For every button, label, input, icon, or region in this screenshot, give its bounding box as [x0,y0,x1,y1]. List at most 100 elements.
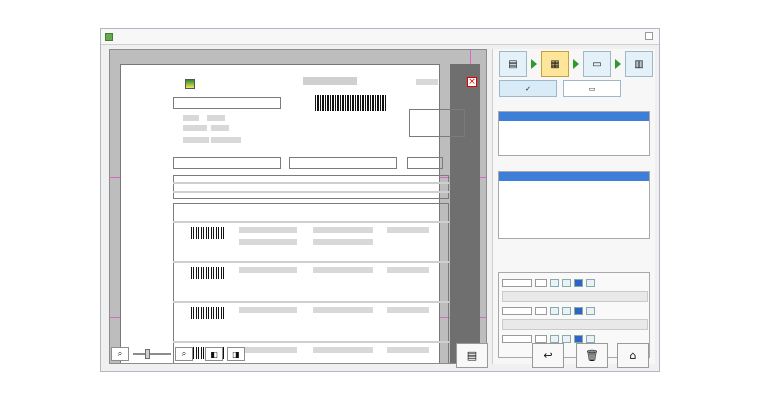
table-divider [173,191,449,193]
table-divider [173,341,449,343]
step-arrow-icon [615,59,621,69]
clipboard-icon[interactable]: ▤ [499,51,527,77]
main-window: × ▤ ▦ ▭ ▥ ✓ ▭ ⌕ ⌕ ◧ ◨ ▤ ↩ 🗑 ⌂ [100,28,660,372]
row-barcode [191,267,225,279]
window-control-icon[interactable] [645,32,653,40]
document-preview[interactable]: × [109,49,487,364]
cell-text [239,347,297,353]
cell-text [239,227,297,233]
title-bar [101,29,659,45]
row-barcode [191,307,225,319]
align-icon[interactable] [562,278,571,287]
italic-icon[interactable] [586,278,595,287]
stamp-icon [185,79,195,89]
cell-text [313,227,373,233]
step-arrow-icon [573,59,579,69]
back-button[interactable]: ↩ [532,343,564,368]
meta-label [183,115,199,121]
align-icon-2[interactable] [562,306,571,315]
field-list-item[interactable] [499,172,649,181]
tab-mode-1[interactable]: ✓ [499,80,557,97]
app-icon [105,32,113,41]
header-box [173,97,281,109]
font-size-input-3[interactable] [535,334,547,343]
font-select-2[interactable] [502,306,532,315]
barcode-main [315,95,387,111]
page-next-icon[interactable]: ◨ [227,347,245,361]
zoom-slider[interactable] [133,349,171,359]
monitor-icon[interactable]: ▭ [583,51,611,77]
field-list-item[interactable] [499,208,649,217]
field-list-item[interactable] [499,190,649,199]
cell-text [313,307,373,313]
form-list-item[interactable] [499,112,649,121]
field-list-item[interactable] [499,217,649,226]
step-arrow-icon [531,59,537,69]
meta-label [183,137,209,143]
section-box-2 [289,157,397,169]
cell-text [313,267,373,273]
font-color-icon[interactable] [550,278,559,287]
font-select-3[interactable] [502,334,532,343]
properties-panel: ▤ ▦ ▭ ▥ ✓ ▭ [492,49,655,364]
print-icon[interactable]: ▥ [625,51,653,77]
mode-tabs: ✓ ▭ [499,80,621,97]
align-icon-3[interactable] [562,334,571,343]
table-divider [173,221,449,223]
label-style-strip [502,319,648,330]
zoom-in-icon[interactable]: ⌕ [175,347,193,361]
font-color-icon-3[interactable] [550,334,559,343]
cell-text [313,239,373,245]
title-style-strip [502,291,648,302]
page-previous-icon[interactable]: ◧ [205,347,223,361]
table-divider [173,301,449,303]
zoom-out-icon[interactable]: ⌕ [111,347,129,361]
meta-label [183,125,207,131]
cell-text [239,239,297,245]
cell-text [239,267,297,273]
date-field [416,79,438,85]
italic-icon-2[interactable] [586,306,595,315]
field-list[interactable] [498,171,650,239]
step-navigation: ▤ ▦ ▭ ▥ [499,51,653,77]
meta-value [211,125,229,131]
font-select[interactable] [502,278,532,287]
section-box [173,157,281,169]
summary-button[interactable]: ▤ [456,343,488,368]
cell-text [313,347,373,353]
table-divider [173,261,449,263]
field-list-item[interactable] [499,199,649,208]
font-size-input[interactable] [535,278,547,287]
bold-icon[interactable] [574,278,583,287]
document-title [303,77,357,85]
cell-text [239,307,297,313]
close-preview-icon[interactable]: × [467,77,477,87]
zoom-slider-handle[interactable] [145,349,150,359]
bold-icon-3[interactable] [574,334,583,343]
cell-text [387,307,429,313]
meta-value [207,115,225,121]
info-box [409,109,465,137]
bold-icon-2[interactable] [574,306,583,315]
zoom-toolbar: ⌕ ⌕ ◧ ◨ [111,347,245,361]
row-barcode [191,227,225,239]
form-icon[interactable]: ▦ [541,51,569,77]
field-list-item[interactable] [499,181,649,190]
font-row [502,277,648,288]
form-list[interactable] [498,111,650,156]
table-divider [173,182,449,184]
font-size-input-2[interactable] [535,306,547,315]
cell-text [387,267,429,273]
italic-icon-3[interactable] [586,334,595,343]
cell-text [387,227,429,233]
meta-value [211,137,241,143]
tab-mode-2[interactable]: ▭ [563,80,621,97]
trash-icon[interactable]: 🗑 [576,343,608,368]
main-table-header [173,175,449,199]
section-box-3 [407,157,443,169]
font-row-2 [502,305,648,316]
font-color-icon-2[interactable] [550,306,559,315]
cell-text [387,347,429,353]
document-page: × [120,64,477,363]
home-icon[interactable]: ⌂ [617,343,649,368]
